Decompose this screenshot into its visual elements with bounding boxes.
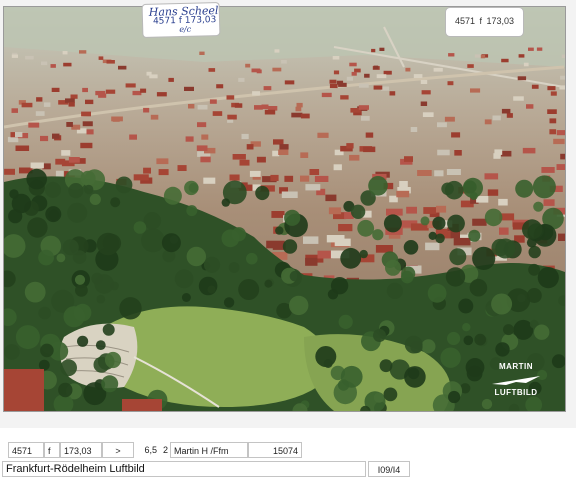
logo-bottom-text: LUFTBILD bbox=[494, 388, 538, 397]
catalog-info-strip: 4571 f 173,03 > 6,5 2 Martin H /Ffm 1507… bbox=[0, 428, 576, 480]
cell-id: 15074 bbox=[248, 442, 302, 458]
aerial-view-frankfurt-roedelheim bbox=[4, 7, 565, 411]
catalog-date: I09/I4 bbox=[368, 461, 410, 477]
printed-inventory-label: 4571 f 173,03 bbox=[445, 7, 524, 37]
printed-code: 4571 f 173,03 bbox=[454, 16, 515, 26]
aerial-photo bbox=[3, 6, 566, 412]
handwritten-inventory-label: Hans Scheel 4571 f 173,03 e/c bbox=[141, 1, 221, 39]
handwritten-note: e/c bbox=[179, 24, 192, 35]
postcard-title: Frankfurt-Rödelheim Luftbild bbox=[2, 461, 366, 477]
cell-value: 6,5 bbox=[134, 442, 160, 458]
garden-plaza bbox=[60, 323, 138, 389]
martin-luftbild-logo: MARTIN LUFTBILD bbox=[486, 359, 546, 401]
foreground-roof bbox=[4, 369, 44, 411]
cell-publisher: Martin H /Ffm bbox=[170, 442, 248, 458]
cell-letter: f bbox=[44, 442, 60, 458]
foreground-roof-2 bbox=[122, 399, 162, 411]
cell-arrow[interactable]: > bbox=[102, 442, 134, 458]
postcard-scan: Hans Scheel 4571 f 173,03 e/c 4571 f 173… bbox=[0, 0, 576, 428]
logo-top-text: MARTIN bbox=[498, 362, 534, 371]
cell-number: 4571 bbox=[8, 442, 44, 458]
plane-icon bbox=[492, 376, 540, 385]
cell-code: 173,03 bbox=[60, 442, 102, 458]
